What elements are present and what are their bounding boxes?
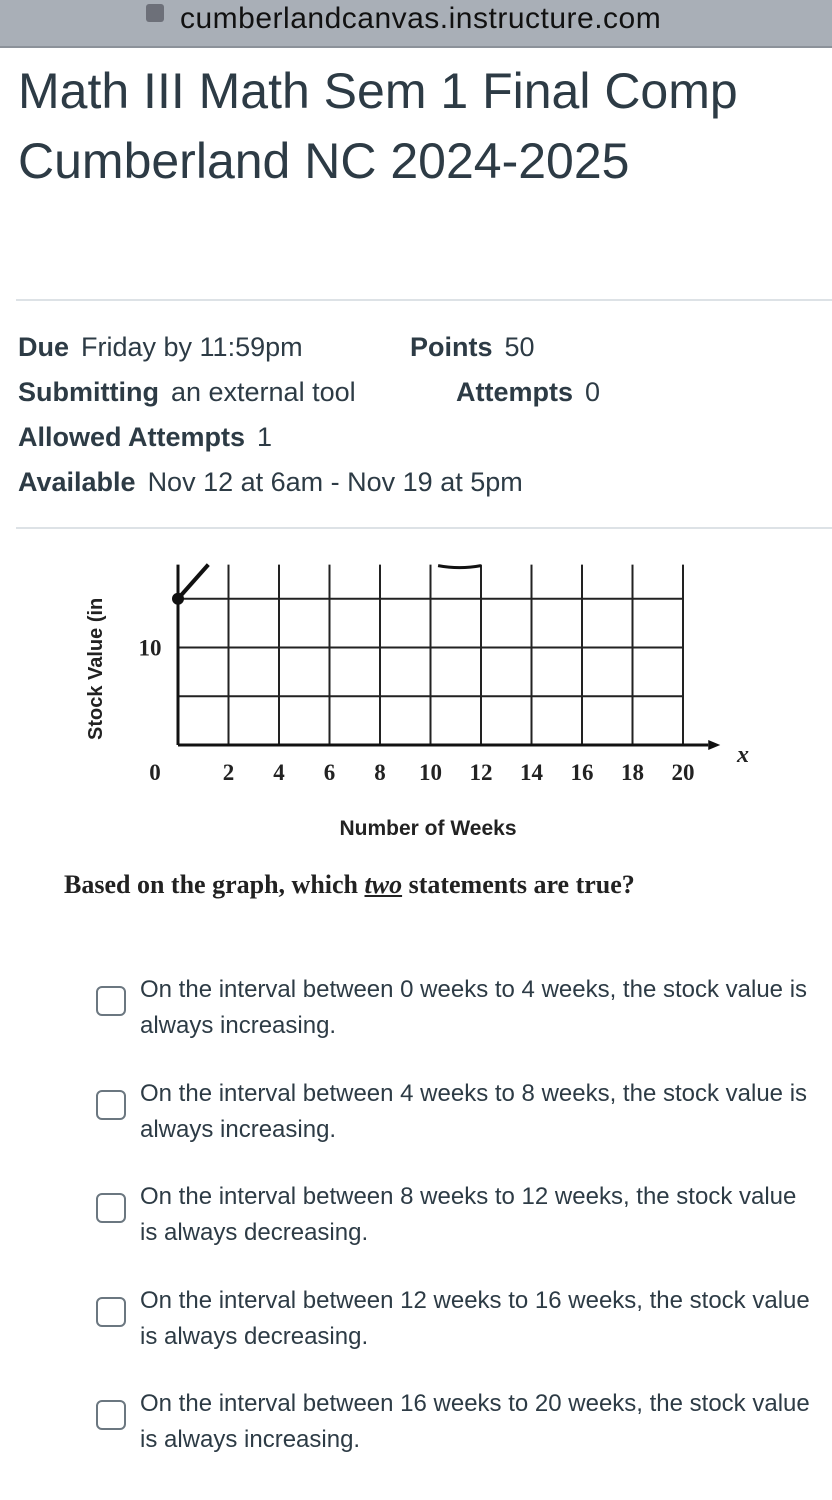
- x-tick-label: 2: [223, 760, 235, 785]
- checkbox[interactable]: [96, 1400, 126, 1430]
- allowed-attempts-detail: Allowed Attempts 1: [18, 422, 273, 452]
- answer-option[interactable]: On the interval between 16 weeks to 20 w…: [96, 1386, 810, 1458]
- divider: [16, 299, 832, 301]
- checkbox[interactable]: [96, 1193, 126, 1223]
- lock-icon: [146, 4, 164, 22]
- x-tick-label: 8: [374, 760, 386, 785]
- answer-option[interactable]: On the interval between 8 weeks to 12 we…: [96, 1179, 796, 1251]
- data-point: [172, 592, 184, 605]
- checkbox[interactable]: [96, 1089, 126, 1120]
- points-detail: Points 50: [410, 332, 535, 362]
- available-detail: Available Nov 12 at 6am - Nov 19 at 5pm: [18, 467, 523, 497]
- attempts-detail: Attempts 0: [456, 377, 601, 407]
- x-tick-label: 0: [149, 760, 161, 785]
- browser-address-bar[interactable]: cumberlandcanvas.instructure.com: [0, 0, 832, 48]
- x-tick-label: 4: [273, 760, 285, 785]
- checkbox[interactable]: [96, 1296, 126, 1327]
- x-axis-arrow-icon: [708, 740, 721, 750]
- question-text: Based on the graph, which two statements…: [64, 870, 635, 899]
- x-tick-label: 6: [324, 760, 336, 785]
- stock-value-chart: Stock Value (in Number of Weeks x 0 2 4 6 8 1…: [85, 563, 749, 840]
- x-axis-symbol: x: [736, 742, 749, 768]
- y-axis-label: Stock Value (in: [85, 598, 107, 740]
- answer-option-text: On the interval between 12 weeks to 16 w…: [140, 1286, 810, 1350]
- url-text[interactable]: cumberlandcanvas.instructure.com: [180, 2, 661, 36]
- x-tick-label: 10: [419, 760, 442, 785]
- answer-option-text: On the interval between 0 weeks to 4 wee…: [140, 976, 808, 1039]
- answer-option-text: On the interval between 16 weeks to 20 w…: [140, 1390, 810, 1453]
- x-axis-label: Number of Weeks: [340, 817, 517, 840]
- x-tick-label: 14: [520, 760, 544, 785]
- x-tick-label: 16: [571, 760, 594, 785]
- x-tick-label: 12: [470, 760, 493, 785]
- answer-option-text: On the interval between 4 weeks to 8 wee…: [140, 1079, 808, 1143]
- x-tick-label: 20: [672, 760, 695, 785]
- curve-segment: [437, 564, 482, 570]
- answer-option[interactable]: On the interval between 0 weeks to 4 wee…: [96, 972, 807, 1044]
- checkbox[interactable]: [96, 986, 126, 1016]
- divider: [16, 527, 832, 529]
- x-tick-label: 18: [621, 760, 644, 785]
- due-detail: Due Friday by 11:59pm: [18, 332, 303, 362]
- series-line: [176, 563, 210, 601]
- answer-option[interactable]: On the interval between 4 weeks to 8 wee…: [96, 1076, 807, 1148]
- answer-option-text: On the interval between 8 weeks to 12 we…: [140, 1183, 797, 1246]
- y-tick-label: 10: [139, 636, 162, 661]
- answer-option[interactable]: On the interval between 12 weeks to 16 w…: [96, 1283, 810, 1355]
- submitting-detail: Submitting an external tool: [18, 377, 356, 407]
- page-title: Math III Math Sem 1 Final Comp Cumberlan…: [18, 63, 738, 189]
